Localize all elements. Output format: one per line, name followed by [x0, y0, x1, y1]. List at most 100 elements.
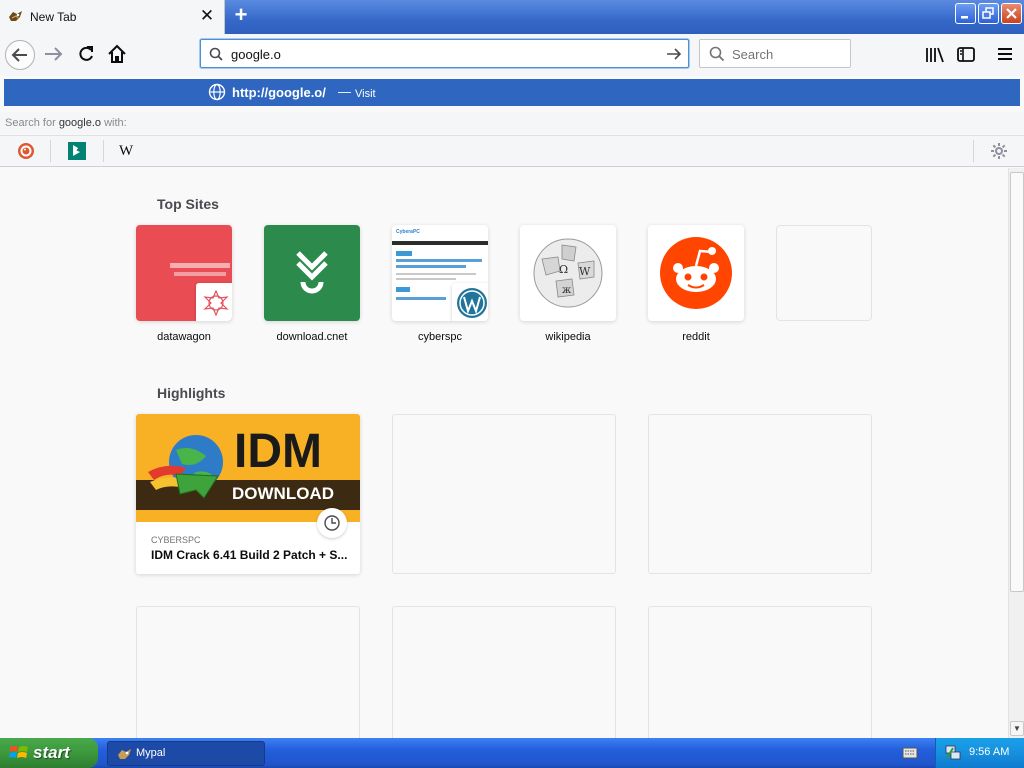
thumbnail-text-line	[174, 272, 226, 276]
windows-logo-icon	[9, 746, 28, 758]
wikipedia-globe-icon: Ω W ж	[533, 238, 603, 308]
bing-icon[interactable]	[68, 142, 86, 160]
datawagon-icon	[196, 283, 232, 321]
search-input[interactable]: Search	[732, 47, 773, 62]
start-label: start	[33, 743, 70, 762]
highlight-empty-slot	[392, 606, 616, 738]
top-site-label: datawagon	[157, 331, 211, 343]
highlight-empty-slot	[392, 414, 616, 574]
search-bar[interactable]: Search	[699, 39, 851, 68]
highlight-source: CYBERSPC	[151, 535, 201, 545]
top-site-cyberspc[interactable]: CyberaPC	[392, 225, 488, 321]
clock-icon	[317, 508, 347, 538]
vertical-scrollbar[interactable]: ▼	[1008, 168, 1024, 738]
reload-button[interactable]	[74, 42, 100, 68]
svg-text:Ω: Ω	[559, 263, 568, 276]
search-with-label-row: Search for google.o with:	[0, 112, 1024, 134]
download-cnet-icon	[296, 251, 328, 294]
navigation-toolbar: google.o Search	[0, 34, 1024, 76]
search-icon	[709, 46, 725, 62]
thumbnail-text-line	[396, 273, 476, 275]
thumbnail-text-line	[170, 263, 230, 268]
menu-button[interactable]	[993, 42, 1019, 68]
wikipedia-icon[interactable]: W	[119, 142, 137, 160]
thumbnail-text-line	[396, 297, 446, 300]
svg-text:ж: ж	[562, 285, 572, 296]
forward-arrow-icon	[45, 47, 63, 61]
top-site-download-cnet[interactable]	[264, 225, 360, 321]
top-site-label: cyberspc	[417, 331, 463, 343]
highlight-empty-slot	[648, 414, 872, 574]
url-bar[interactable]: google.o	[200, 39, 689, 68]
close-window-button[interactable]	[1001, 3, 1022, 24]
search-for-label: Search for google.o with:	[5, 117, 127, 129]
home-icon	[108, 44, 126, 63]
suggestion-separator: —	[338, 84, 351, 99]
sidebar-icon	[957, 47, 975, 62]
close-tab-icon[interactable]: ✕	[199, 7, 215, 25]
top-site-datawagon[interactable]	[136, 225, 232, 321]
network-icon[interactable]	[944, 744, 962, 762]
sidebar-button[interactable]	[953, 42, 979, 68]
start-button[interactable]: start	[0, 738, 98, 768]
mypal-icon	[118, 749, 131, 759]
search-icon	[209, 47, 223, 61]
back-button[interactable]	[5, 40, 35, 70]
svg-text:W: W	[579, 265, 591, 278]
top-site-reddit[interactable]	[648, 225, 744, 321]
minimize-button[interactable]	[955, 3, 976, 24]
highlight-thumbnail: IDM DOWNLOAD	[136, 414, 360, 522]
home-button[interactable]	[105, 42, 131, 68]
engine-divider	[103, 140, 104, 162]
thumbnail-tag	[396, 287, 410, 292]
wordpress-icon	[452, 283, 488, 321]
search-for-suffix: with:	[101, 117, 127, 129]
tab-title: New Tab	[30, 10, 77, 24]
hamburger-menu-icon	[998, 48, 1012, 60]
restore-button[interactable]	[978, 3, 999, 24]
mypal-icon	[9, 11, 22, 21]
scroll-down-arrow-icon[interactable]: ▼	[1010, 721, 1024, 736]
top-site-label: wikipedia	[545, 331, 591, 343]
taskbar-item-label: Mypal	[136, 747, 166, 759]
keyboard-icon[interactable]	[902, 746, 918, 760]
thumbnail-text-line	[396, 259, 482, 262]
thumbnail-tag	[396, 251, 412, 256]
engine-divider	[50, 140, 51, 162]
go-arrow-icon[interactable]	[665, 46, 683, 62]
suggestion-action: Visit	[355, 88, 376, 100]
forward-button[interactable]	[41, 42, 67, 68]
thumbnail-nav-strip	[392, 241, 488, 245]
duckduckgo-icon[interactable]	[17, 142, 35, 160]
library-button[interactable]	[922, 42, 948, 68]
restore-icon	[982, 7, 994, 19]
clock: 9:56 AM	[969, 746, 1010, 758]
top-sites-title: Top Sites	[157, 196, 219, 212]
top-site-label: download.cnet	[276, 331, 348, 343]
highlight-card[interactable]: IDM DOWNLOAD CYBERSPC IDM Crack 6.41 Bui…	[136, 414, 360, 574]
highlights-title: Highlights	[157, 385, 226, 401]
reddit-icon	[660, 237, 732, 309]
top-site-wikipedia[interactable]: Ω W ж	[520, 225, 616, 321]
tab-new-tab[interactable]: New Tab ✕	[0, 0, 225, 34]
url-input[interactable]: google.o	[231, 47, 281, 62]
new-tab-button[interactable]: +	[230, 4, 252, 27]
new-tab-page: Top Sites datawagon download.cnet Cybera…	[0, 168, 1008, 738]
minimize-icon	[961, 16, 968, 19]
close-icon	[1006, 8, 1017, 19]
reload-icon	[79, 46, 93, 61]
search-for-prefix: Search for	[5, 117, 59, 129]
url-suggestion-row[interactable]: http://google.o/ — Visit	[4, 79, 1020, 106]
thumbnail-site-title: CyberaPC	[396, 229, 420, 235]
windows-taskbar: start Mypal 9:56 AM	[0, 738, 1024, 768]
thumbnail-text-line	[396, 278, 456, 280]
search-settings-gear-icon[interactable]	[990, 142, 1008, 160]
taskbar-item-mypal[interactable]: Mypal	[107, 741, 265, 766]
engine-divider	[973, 140, 974, 162]
back-arrow-icon	[11, 48, 27, 62]
top-site-empty-slot[interactable]	[776, 225, 872, 321]
idm-globe-icon	[148, 435, 223, 499]
search-for-term: google.o	[58, 117, 102, 129]
scrollbar-thumb[interactable]	[1010, 172, 1024, 592]
banner-big-text: IDM	[234, 425, 322, 478]
